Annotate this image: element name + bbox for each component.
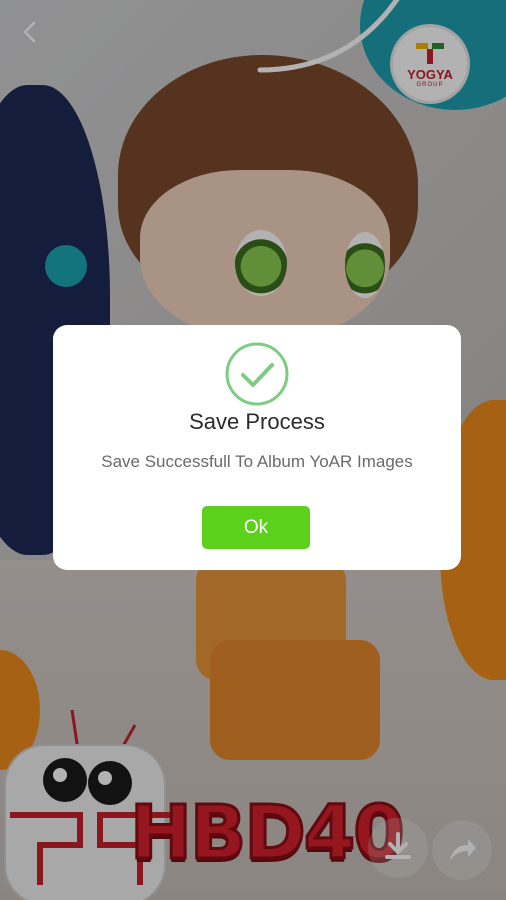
ok-button[interactable]: Ok: [202, 506, 310, 549]
check-circle-icon: [225, 342, 289, 406]
dialog-title: Save Process: [189, 409, 325, 434]
save-process-dialog: Save Process Save Successfull To Album Y…: [53, 325, 461, 570]
ar-camera-screen: YOGYA GROUP HBD40 Save Process Save Succ…: [0, 0, 506, 900]
dialog-message: Save Successfull To Album YoAR Images: [101, 452, 413, 471]
